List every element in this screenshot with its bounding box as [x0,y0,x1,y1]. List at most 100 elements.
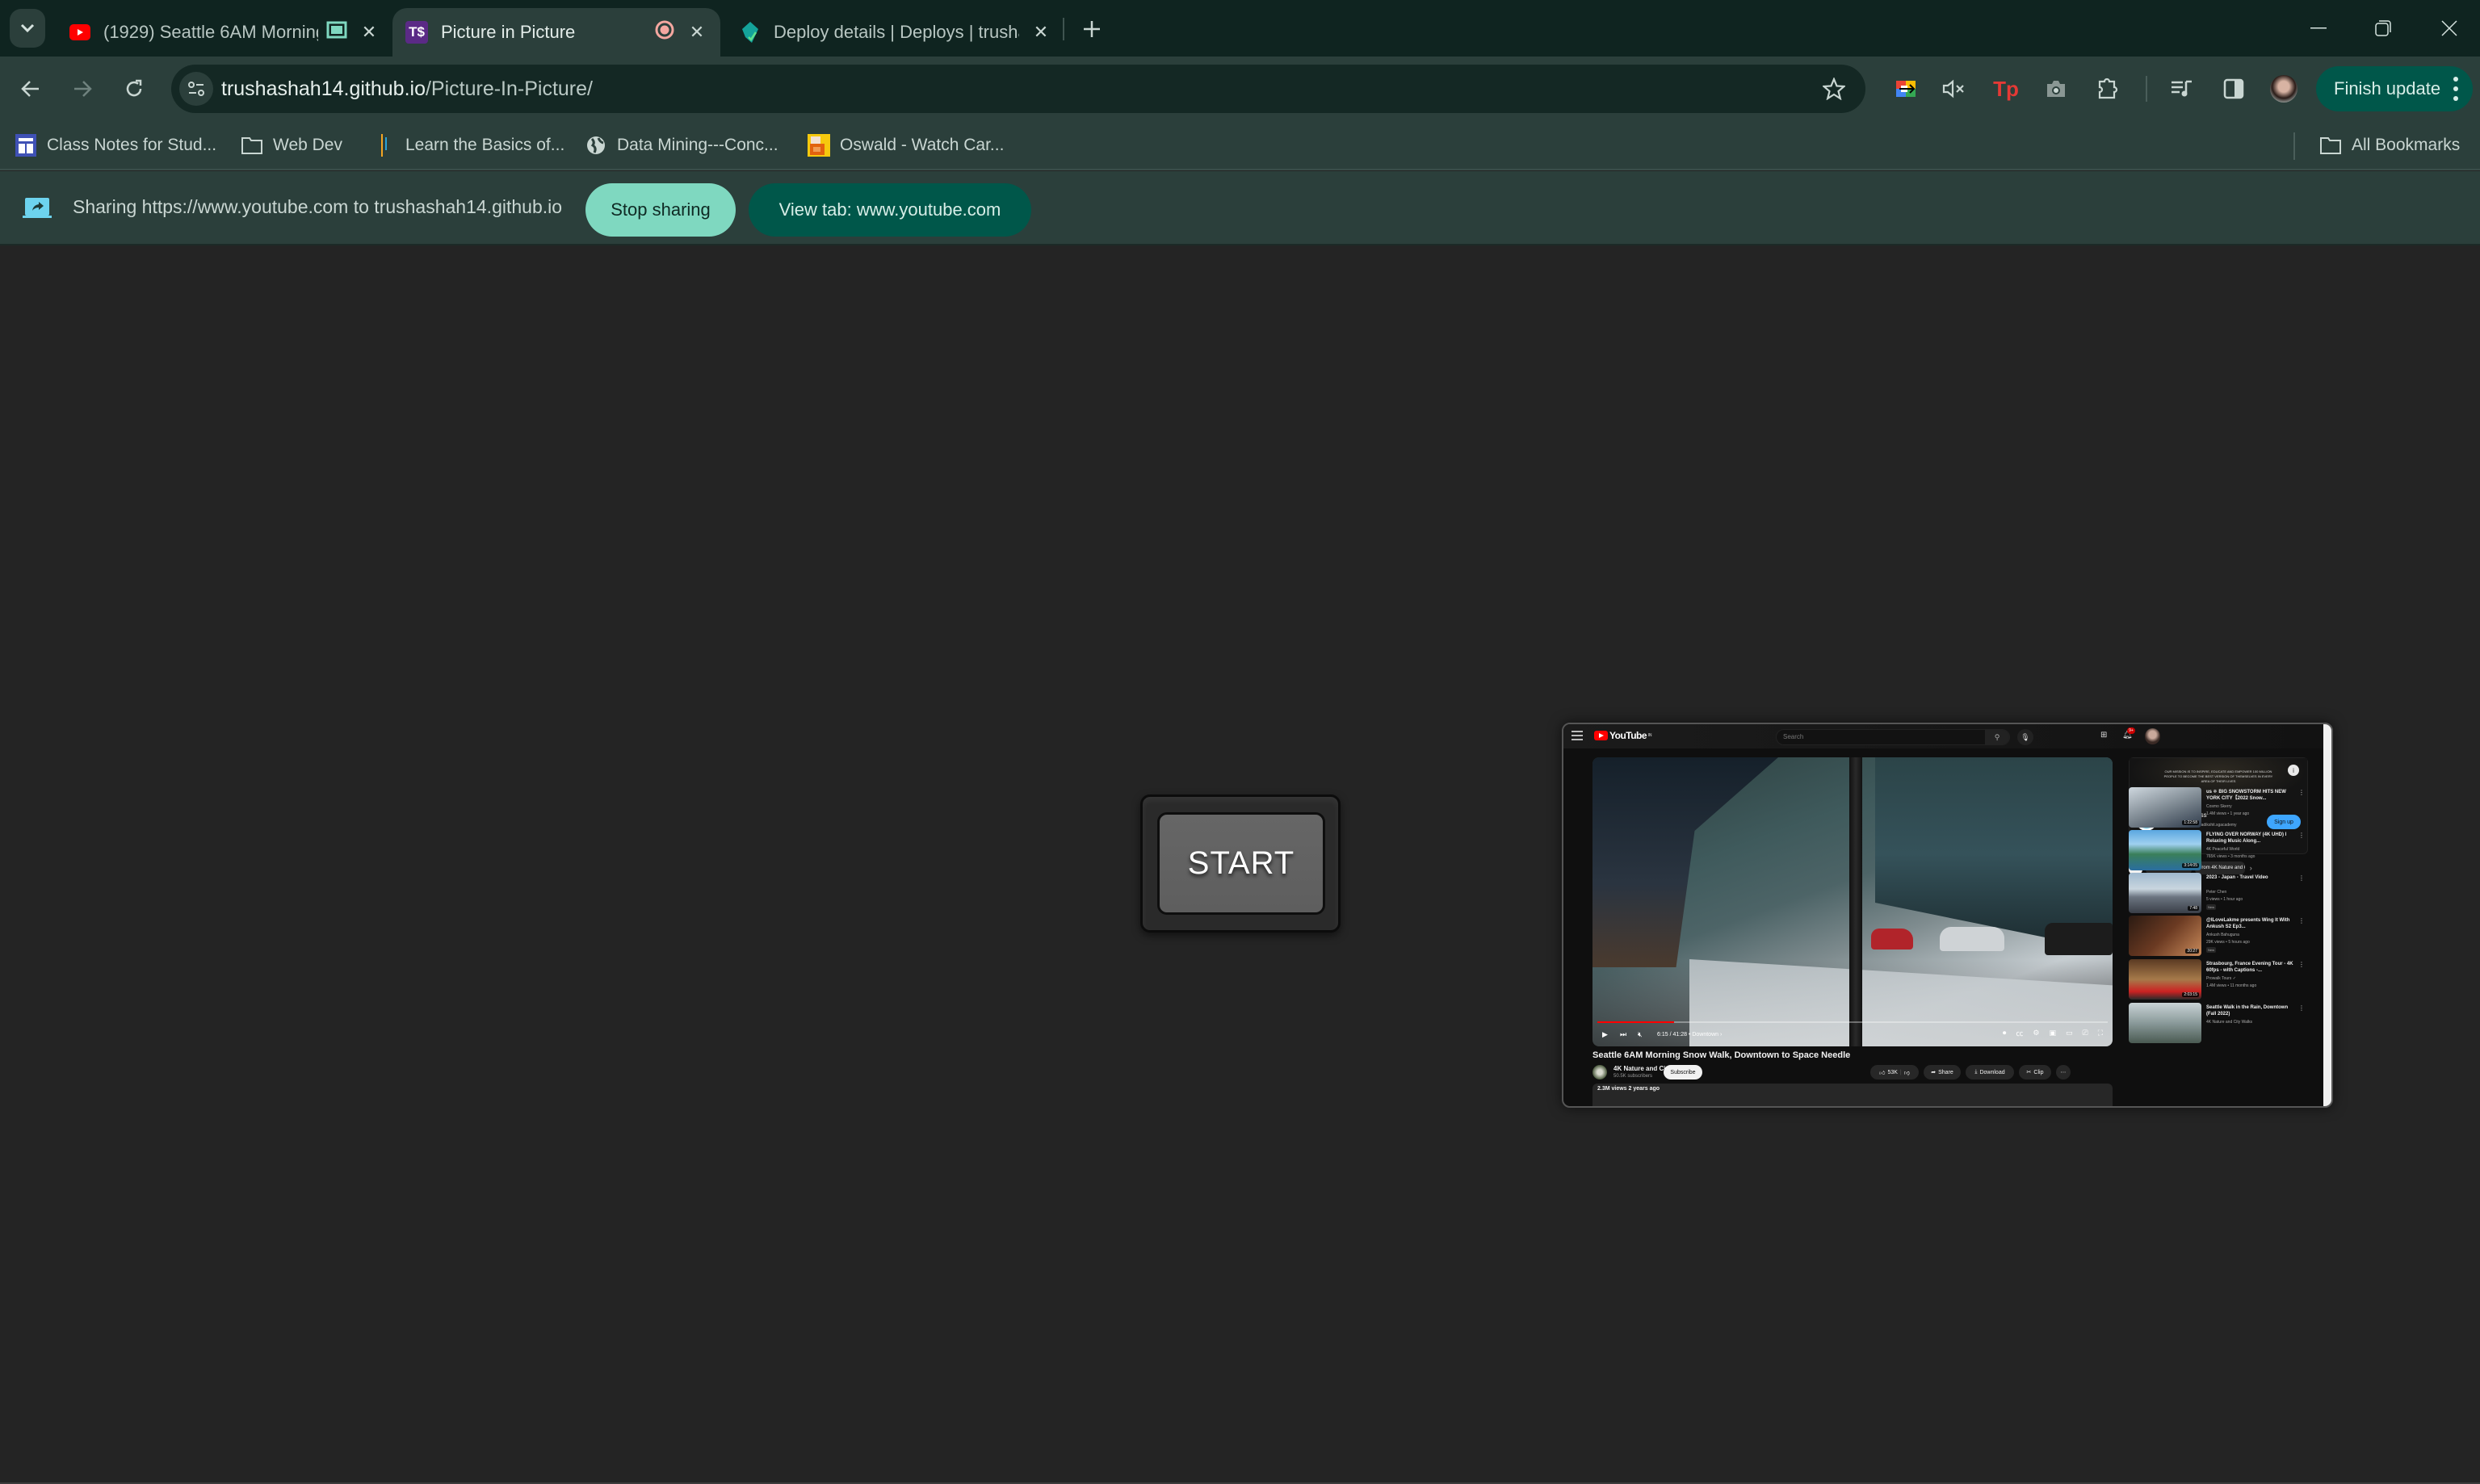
fullscreen-icon[interactable]: ⛶ [2098,1029,2103,1038]
start-button[interactable]: START [1157,812,1325,915]
more-actions-button[interactable]: ⋯ [2056,1065,2071,1079]
profile-avatar[interactable] [2266,71,2302,107]
tab-youtube[interactable]: (1929) Seattle 6AM Morning Snow Walk, Do… [65,8,380,57]
side-panel-button[interactable] [2216,71,2251,107]
finish-update-button[interactable]: Finish update [2316,66,2473,111]
bookmark-class-notes[interactable]: Class Notes for Stud... [15,132,216,158]
recommendation-title[interactable]: Strasbourg, France Evening Tour - 4K 60f… [2206,961,2297,974]
recommendation-item[interactable]: Seattle Walk in the Rain, Downtown (Fall… [2129,1003,2314,1043]
clip-button[interactable]: ✂ Clip [2019,1065,2051,1079]
recommendation-channel[interactable]: 4K Nature and City Walks [2206,1020,2252,1025]
share-button[interactable]: ➦ Share [1924,1065,1961,1079]
site-info-button[interactable] [179,72,213,106]
create-video-icon[interactable]: ⊞ [2100,731,2107,740]
play-button[interactable]: ▶ [1602,1028,1608,1041]
sharing-status-text: Sharing https://www.youtube.com to trush… [73,196,563,217]
subscribe-button[interactable]: Subscribe [1664,1065,1702,1079]
settings-gear-icon[interactable]: ⚙ [2033,1029,2039,1038]
recommendation-item[interactable]: 20:27 @ILoveLakme presents Wing It With A… [2129,916,2314,956]
scrollbar-track[interactable] [2323,724,2331,1106]
url-text[interactable]: trushashah14.github.io/Picture-In-Pictur… [221,78,593,101]
next-button[interactable]: ⏭ [1620,1028,1626,1041]
recommendation-item[interactable]: 3:14:05 FLYING OVER NORWAY (4K UHD) I Rel… [2129,830,2314,870]
more-vert-icon[interactable]: ⋮ [2298,961,2305,968]
bookmark-folder-web-dev[interactable]: Web Dev [241,132,342,158]
search-button[interactable]: ⚲ [1985,730,2009,744]
close-window-button[interactable] [2413,8,2480,48]
more-vert-icon[interactable]: ⋮ [2298,789,2305,796]
extensions-button[interactable] [2090,71,2125,107]
bookmark-oswald[interactable]: Oswald - Watch Car... [808,132,1004,158]
video-player[interactable]: ▶ ⏭ 🔇︎ 6:15 / 41:28 • Downtown › ⏺ ㏄ ⚙ ▣… [1592,757,2113,1046]
video-thumbnail[interactable]: 2:03:15 [2129,959,2201,1000]
captions-icon[interactable]: ㏄ [2016,1028,2023,1038]
chapter-label[interactable]: • Downtown › [1689,1032,1722,1038]
forward-button[interactable] [65,71,100,107]
recommendation-channel[interactable]: Prowalk Tours ✓ [2206,976,2236,981]
bookmark-star-button[interactable] [1820,75,1848,103]
close-tab-button[interactable]: ✕ [686,22,707,43]
reload-button[interactable] [116,71,152,107]
view-tab-button[interactable]: View tab: www.youtube.com [749,183,1031,237]
account-avatar[interactable] [2145,728,2160,744]
bookmark-learn-basics[interactable]: Learn the Basics of... [373,132,564,158]
description-box[interactable]: 2.3M views 2 years ago [1592,1084,2113,1106]
address-bar[interactable]: trushashah14.github.io/Picture-In-Pictur… [171,65,1865,113]
back-button[interactable] [13,71,48,107]
picture-in-picture-window[interactable]: YouTube IN Search ⚲ 🎙 ⊞ 🔔︎ 9+ ▶ ⏭ 🔇︎ 6:1… [1562,723,2333,1108]
recommendation-channel[interactable]: Cosmo Skerry [2206,804,2232,809]
recommendation-title[interactable]: FLYING OVER NORWAY (4K UHD) I Relaxing M… [2206,832,2297,845]
recommendation-title[interactable]: 2023 - Japan - Travel Video [2206,874,2297,881]
video-thumbnail[interactable]: 20:27 [2129,916,2201,956]
more-vert-icon[interactable]: ⋮ [2298,917,2305,924]
recommendation-item[interactable]: 2:03:15 Strasbourg, France Evening Tour -… [2129,959,2314,1000]
tab-deploy-details[interactable]: Deploy details | Deploys | trushashah14 … [736,8,1051,57]
google-meet-extension-button[interactable] [1888,71,1924,107]
channel-avatar[interactable] [1592,1065,1607,1079]
tp-extension-button[interactable]: Tp [1988,71,2024,107]
volume-button[interactable]: 🔇︎ [1638,1028,1643,1041]
recommendation-item[interactable]: 1:22:58 us ❄ BIG SNOWSTORM HITS NEW YORK … [2129,787,2314,828]
recommendation-item[interactable]: 7:48 2023 - Japan - Travel Video Peter Che… [2129,873,2314,913]
download-button[interactable]: ⤓ Download [1966,1065,2014,1079]
theater-mode-icon[interactable]: ▭ [2066,1029,2073,1038]
more-vert-icon[interactable]: ⋮ [2298,1004,2305,1012]
hamburger-menu-icon[interactable] [1572,731,1583,740]
recommendation-channel[interactable]: Ankush Bahuguna [2206,933,2239,937]
youtube-logo[interactable]: YouTube IN [1594,730,1652,741]
stop-sharing-button[interactable]: Stop sharing [585,183,736,237]
mute-tab-button[interactable] [1937,71,1972,107]
info-icon[interactable]: i [2288,765,2299,776]
youtube-search-input[interactable]: Search ⚲ [1776,729,2010,745]
more-vert-icon[interactable]: ⋮ [2298,874,2305,882]
video-thumbnail[interactable]: 3:14:05 [2129,830,2201,870]
all-bookmarks-button[interactable]: All Bookmarks [2319,132,2460,158]
recommendation-title[interactable]: @ILoveLakme presents Wing It With Ankush… [2206,917,2297,930]
recommendation-channel[interactable]: Peter Chen [2206,890,2226,895]
more-vert-icon[interactable]: ⋮ [2298,832,2305,839]
video-thumbnail[interactable]: 1:22:58 [2129,787,2201,828]
camera-extension-button[interactable] [2038,71,2074,107]
like-dislike-button[interactable]: 👍︎ 53K | 👎︎ [1870,1065,1919,1079]
cast-icon[interactable]: ⎚ [2082,1029,2088,1038]
autoplay-toggle[interactable]: ⏺ [2003,1029,2007,1038]
recommendation-title[interactable]: Seattle Walk in the Rain, Downtown (Fall… [2206,1004,2297,1017]
new-tab-button[interactable] [1074,11,1110,47]
miniplayer-icon[interactable]: ▣ [2049,1029,2056,1038]
download-label: Download [1979,1069,2005,1075]
close-tab-button[interactable]: ✕ [1030,22,1051,43]
recommendation-channel[interactable]: 4K Peaceful World [2206,847,2239,852]
tab-picture-in-picture[interactable]: T$ Picture in Picture ✕ [392,8,720,57]
recommendation-title[interactable]: us ❄ BIG SNOWSTORM HITS NEW YORK CITY【20… [2206,789,2297,802]
video-thumbnail[interactable] [2129,1003,2201,1043]
minimize-button[interactable] [2282,8,2355,48]
bookmark-data-mining[interactable]: Data Mining---Conc... [585,132,778,158]
media-controls-button[interactable] [2164,71,2200,107]
close-tab-button[interactable]: ✕ [359,22,380,43]
tab-search-button[interactable] [10,9,45,48]
voice-search-button[interactable]: 🎙 [2017,729,2033,745]
all-bookmarks-label: All Bookmarks [2352,136,2461,154]
video-thumbnail[interactable]: 7:48 [2129,873,2201,913]
restore-button[interactable] [2347,8,2419,48]
video-progress-bar[interactable] [1597,1021,2108,1023]
